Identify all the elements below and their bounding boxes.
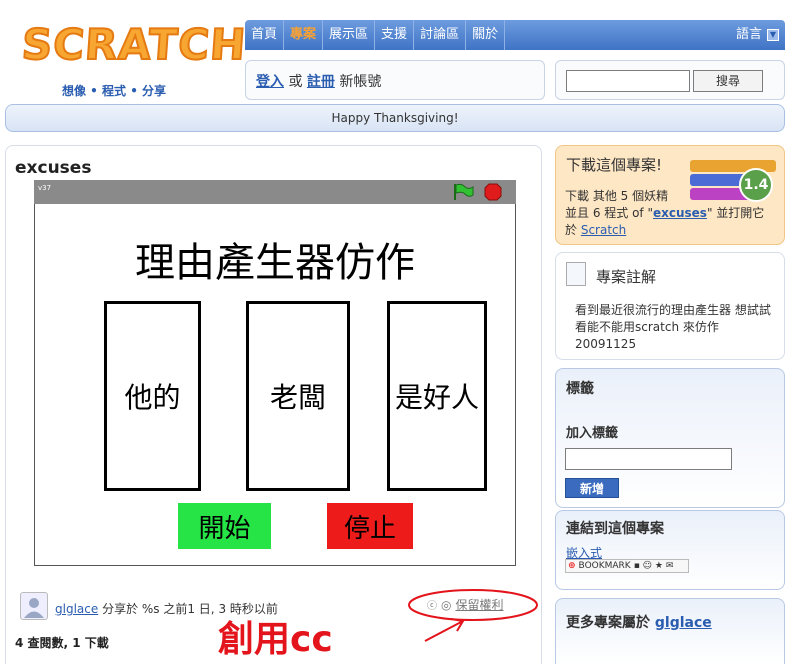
logo-text: SCRATCH	[19, 19, 249, 70]
more-user-link[interactable]: glglace	[655, 615, 712, 631]
add-tag-button[interactable]: 新增	[565, 478, 619, 498]
search-button[interactable]: 搜尋	[693, 70, 763, 92]
download-line1: 下載 其他 5 個妖精	[565, 189, 669, 203]
project-stats: 4 查閱數, 1 下載	[15, 636, 109, 650]
share-icons: ▪ ☺ ★ ✉	[633, 561, 674, 571]
stage-title: 理由產生器仿作	[135, 240, 415, 286]
user-icon	[24, 598, 44, 618]
search-box: 搜尋	[555, 60, 785, 100]
main-nav: 首頁 專案 展示區 支援 討論區 關於 語言 ▼	[245, 20, 785, 50]
nav-gallery[interactable]: 展示區	[323, 20, 376, 50]
stop-sign-icon[interactable]	[484, 183, 502, 201]
search-input[interactable]	[566, 70, 690, 92]
download-line3-pre: 於	[565, 223, 581, 237]
document-icon	[566, 262, 586, 286]
green-flag-icon[interactable]	[452, 183, 474, 201]
project-title: excuses	[15, 158, 92, 178]
player-version: v37	[38, 184, 52, 192]
annotation-circle	[408, 589, 538, 642]
tagline: 想像 • 程式 • 分享	[62, 84, 167, 98]
tags-title: 標籤	[566, 381, 594, 397]
card-2: 老闆	[246, 301, 350, 491]
notes-text: 看到最近很流行的理由產生器 想試試看能不能用scratch 來仿作 200911…	[575, 303, 771, 351]
language-menu[interactable]: 語言 ▼	[736, 20, 779, 50]
bookmark-label: BOOKMARK	[578, 561, 631, 571]
start-sprite-button[interactable]: 開始	[178, 503, 271, 549]
bookmark-button[interactable]: ⊕ BOOKMARK ▪ ☺ ★ ✉	[565, 559, 689, 573]
register-link[interactable]: 註冊	[307, 74, 335, 90]
scratch-link[interactable]: Scratch	[581, 223, 626, 237]
avatar[interactable]	[20, 592, 48, 620]
language-label: 語言	[735, 27, 762, 42]
player-toolbar	[34, 180, 516, 204]
download-line2-post: " 並打開它	[706, 206, 765, 220]
nav-forums[interactable]: 討論區	[414, 20, 467, 50]
project-link[interactable]: excuses	[653, 206, 707, 220]
nav-home[interactable]: 首頁	[245, 20, 285, 50]
download-text: 下載 其他 5 個妖精 並且 6 程式 of "excuses" 並打開它 於 …	[565, 188, 780, 239]
more-projects-title: 更多專案屬於 glglace	[566, 612, 712, 632]
download-title[interactable]: 下載這個專案!	[566, 154, 662, 175]
new-account-text: 新帳號	[339, 74, 382, 90]
card-1: 他的	[104, 301, 201, 491]
announcement-banner: Happy Thanksgiving!	[5, 104, 785, 132]
link-title: 連結到這個專案	[566, 521, 664, 537]
login-box: 登入 或 註冊 新帳號	[245, 60, 545, 100]
nav-about[interactable]: 關於	[466, 20, 506, 50]
stop-sprite-button[interactable]: 停止	[327, 503, 413, 549]
author-link[interactable]: glglace	[55, 602, 98, 616]
card-3: 是好人	[387, 301, 487, 491]
scratch-logo[interactable]: SCRATCH	[19, 19, 249, 80]
tag-input[interactable]	[565, 448, 732, 470]
add-tag-label: 加入標籤	[566, 426, 619, 441]
nav-projects[interactable]: 專案	[284, 20, 324, 50]
or-text: 或	[288, 74, 303, 90]
plus-icon: ⊕	[568, 561, 576, 571]
chevron-down-icon: ▼	[767, 29, 779, 41]
download-line2-pre: 並且 6 程式 of "	[565, 206, 653, 220]
login-link[interactable]: 登入	[256, 74, 284, 90]
nav-support[interactable]: 支援	[375, 20, 415, 50]
more-title-prefix: 更多專案屬於	[566, 615, 650, 631]
notes-title: 專案註解	[596, 268, 657, 286]
annotation-text: 創用cc	[218, 619, 333, 660]
